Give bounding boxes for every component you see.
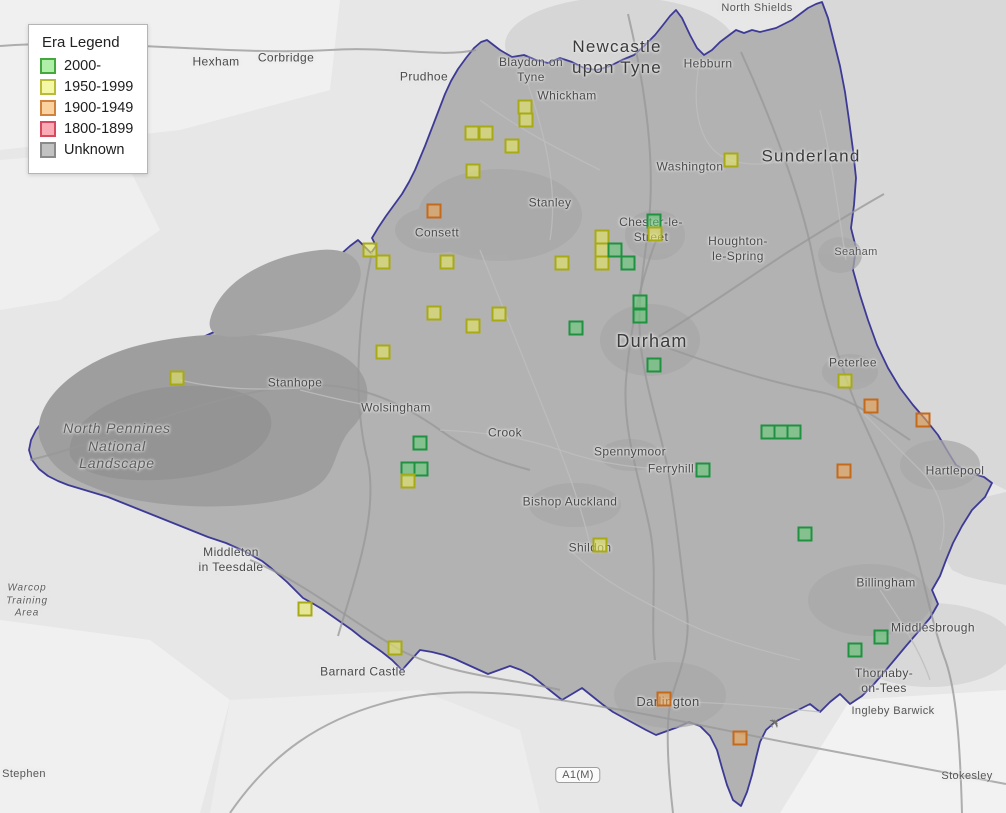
era-marker-1950[interactable] bbox=[504, 138, 520, 154]
legend-label: 1900-1949 bbox=[64, 100, 134, 116]
map-canvas[interactable]: Newcastle upon Tyne North Shields Hebburn Su… bbox=[0, 0, 1006, 813]
era-marker-2000[interactable] bbox=[847, 642, 863, 658]
era-marker-2000[interactable] bbox=[797, 526, 813, 542]
era-marker-1950[interactable] bbox=[518, 112, 534, 128]
legend-row-2000: 2000- bbox=[40, 58, 133, 74]
era-marker-1950[interactable] bbox=[297, 601, 313, 617]
era-marker-1950[interactable] bbox=[387, 640, 403, 656]
era-marker-1950[interactable] bbox=[837, 373, 853, 389]
era-marker-1950[interactable] bbox=[554, 255, 570, 271]
era-marker-1950[interactable] bbox=[592, 537, 608, 553]
era-marker-2000[interactable] bbox=[695, 462, 711, 478]
era-marker-1950[interactable] bbox=[465, 318, 481, 334]
era-marker-2000[interactable] bbox=[568, 320, 584, 336]
era-marker-1950[interactable] bbox=[465, 163, 481, 179]
marker-layer bbox=[0, 0, 1006, 813]
legend-row-1950: 1950-1999 bbox=[40, 79, 133, 95]
era-marker-2000[interactable] bbox=[620, 255, 636, 271]
legend-swatch-1900-icon bbox=[40, 100, 56, 116]
legend-swatch-1950-icon bbox=[40, 79, 56, 95]
legend-row-1800: 1800-1899 bbox=[40, 121, 133, 137]
era-marker-1950[interactable] bbox=[478, 125, 494, 141]
era-marker-1950[interactable] bbox=[375, 254, 391, 270]
era-marker-1950[interactable] bbox=[426, 305, 442, 321]
era-marker-1950[interactable] bbox=[647, 226, 663, 242]
era-marker-1900[interactable] bbox=[656, 691, 672, 707]
era-marker-2000[interactable] bbox=[412, 435, 428, 451]
legend-swatch-1800-icon bbox=[40, 121, 56, 137]
era-marker-1950[interactable] bbox=[439, 254, 455, 270]
legend-row-unknown: Unknown bbox=[40, 142, 133, 158]
legend-label: 1800-1899 bbox=[64, 121, 134, 137]
era-marker-1950[interactable] bbox=[594, 255, 610, 271]
era-marker-2000[interactable] bbox=[632, 294, 648, 310]
era-marker-2000[interactable] bbox=[632, 308, 648, 324]
era-marker-2000[interactable] bbox=[786, 424, 802, 440]
legend-label: Unknown bbox=[64, 142, 125, 158]
legend-label: 2000- bbox=[64, 58, 102, 74]
legend-title: Era Legend bbox=[42, 34, 120, 51]
era-marker-2000[interactable] bbox=[413, 461, 429, 477]
era-marker-1950[interactable] bbox=[491, 306, 507, 322]
era-marker-1950[interactable] bbox=[400, 473, 416, 489]
legend-label: 1950-1999 bbox=[64, 79, 134, 95]
era-marker-1900[interactable] bbox=[915, 412, 931, 428]
era-marker-1950[interactable] bbox=[169, 370, 185, 386]
era-marker-1950[interactable] bbox=[723, 152, 739, 168]
legend-swatch-unknown-icon bbox=[40, 142, 56, 158]
legend-swatch-2000-icon bbox=[40, 58, 56, 74]
era-marker-1950[interactable] bbox=[375, 344, 391, 360]
era-marker-1950[interactable] bbox=[464, 125, 480, 141]
era-legend: Era Legend 2000- 1950-1999 1900-1949 180… bbox=[28, 24, 149, 174]
legend-row-1900: 1900-1949 bbox=[40, 100, 133, 116]
era-marker-1900[interactable] bbox=[836, 463, 852, 479]
era-marker-1900[interactable] bbox=[426, 203, 442, 219]
era-marker-1900[interactable] bbox=[732, 730, 748, 746]
era-marker-2000[interactable] bbox=[873, 629, 889, 645]
era-marker-2000[interactable] bbox=[646, 357, 662, 373]
era-marker-1900[interactable] bbox=[863, 398, 879, 414]
